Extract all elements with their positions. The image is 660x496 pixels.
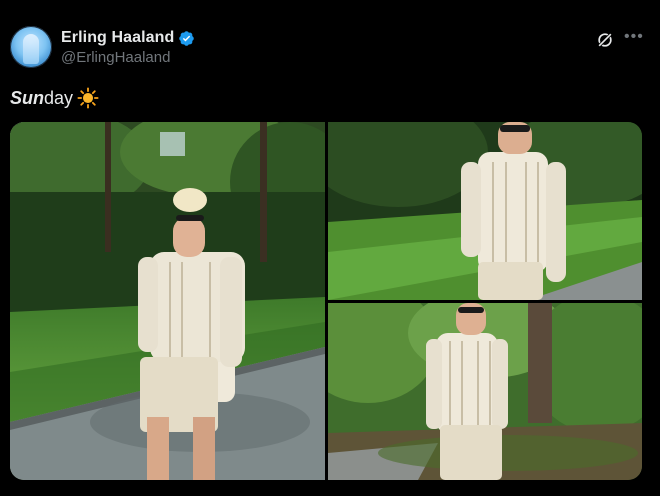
author-handle[interactable]: @ErlingHaaland: [61, 49, 195, 66]
tweet-text-rest: day: [44, 87, 74, 108]
author-names: Erling Haaland @ErlingHaaland: [61, 28, 195, 66]
verified-badge-icon: [179, 30, 195, 46]
author-avatar[interactable]: [10, 26, 52, 68]
photo-3[interactable]: [328, 303, 642, 480]
photo-2[interactable]: [328, 122, 642, 300]
more-options-icon[interactable]: •••: [624, 29, 644, 45]
photo-1[interactable]: [10, 122, 325, 480]
tweet-text: Sun day: [10, 87, 99, 109]
author-display-name[interactable]: Erling Haaland: [61, 29, 174, 47]
grok-icon[interactable]: [595, 30, 615, 50]
tweet-header: Erling Haaland @ErlingHaaland •••: [10, 26, 650, 74]
sun-emoji-icon: [77, 87, 99, 109]
media-grid: [10, 122, 642, 480]
tweet-text-emphasis: Sun: [10, 87, 44, 108]
